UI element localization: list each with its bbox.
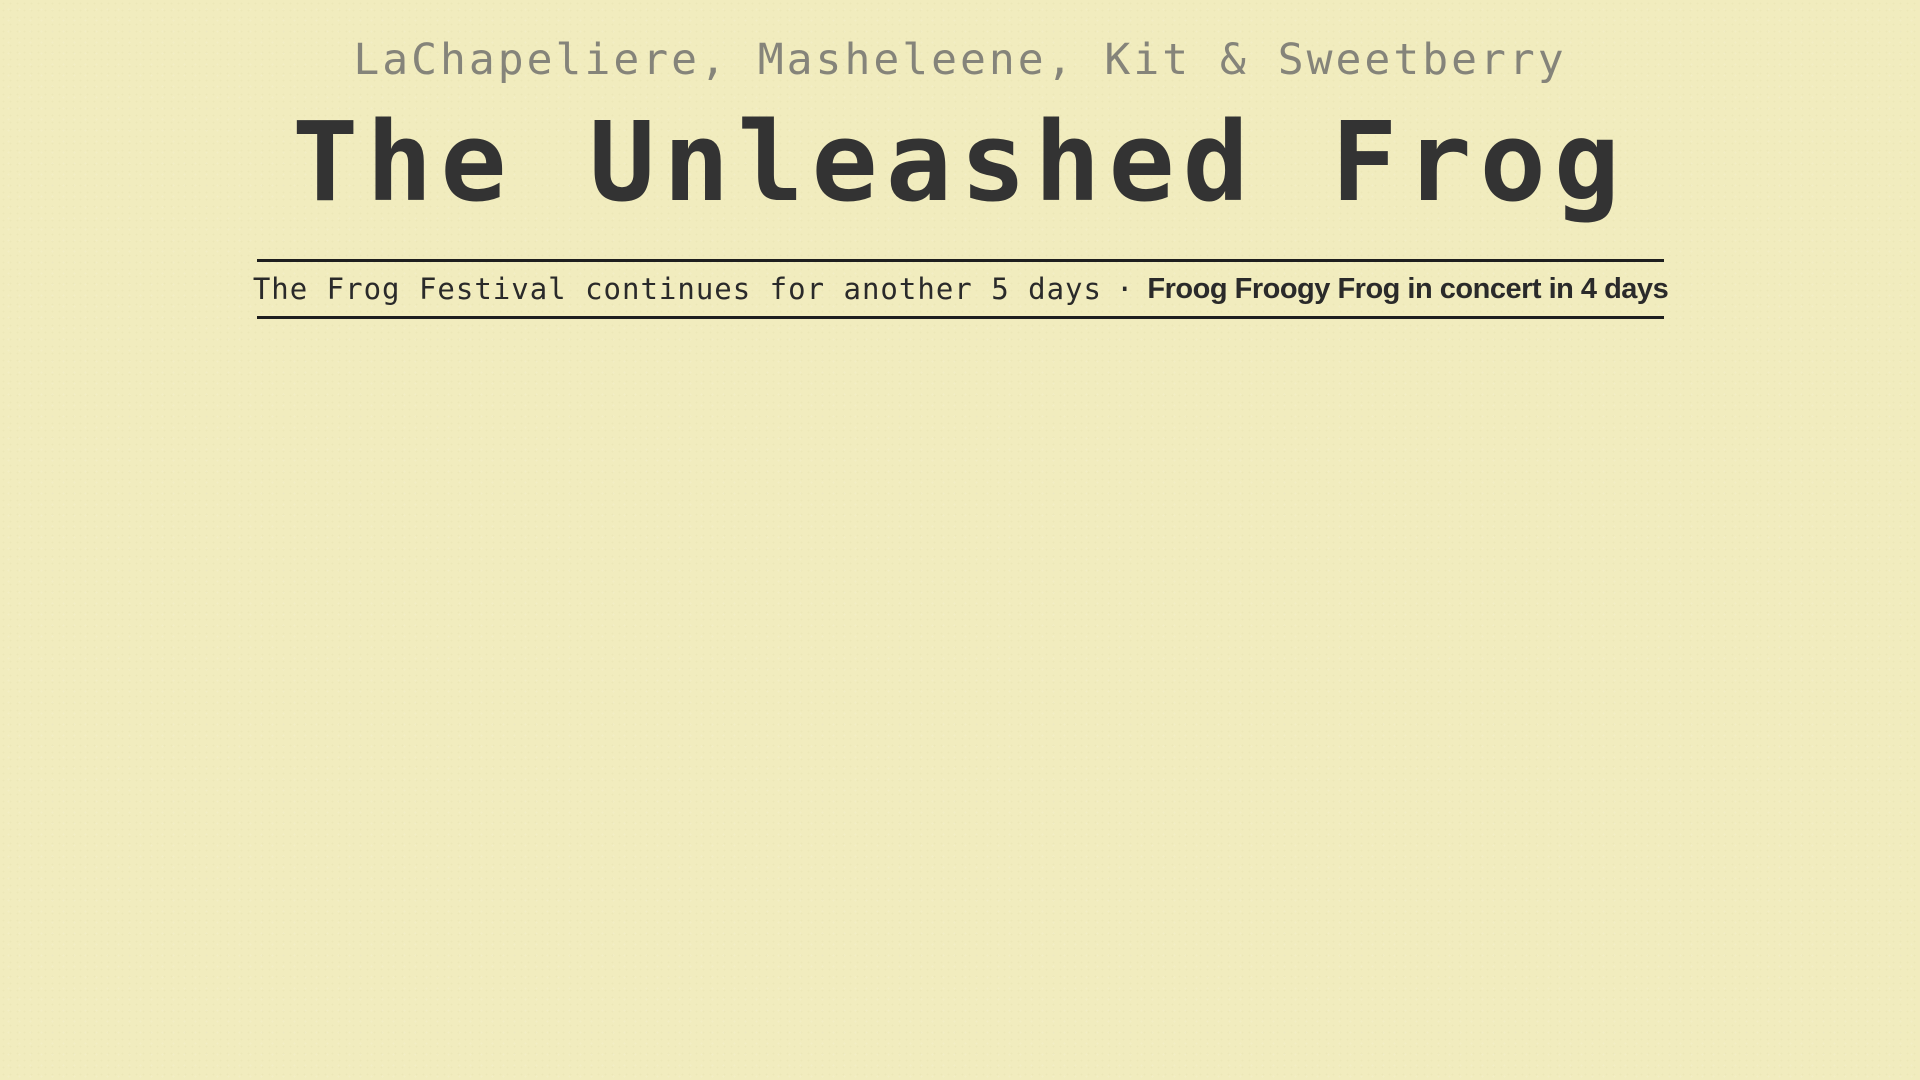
ticker-separator: · — [1115, 272, 1134, 306]
ticker-concert-item: Froog Froogy Frog in concert in 4 days — [1147, 272, 1669, 305]
newspaper-title: The Unleashed Frog — [291, 98, 1629, 226]
news-ticker: The Frog Festival continues for another … — [253, 259, 1669, 319]
authors-byline: LaChapeliere, Masheleene, Kit & Sweetber… — [353, 35, 1567, 85]
ticker-festival-item: The Frog Festival continues for another … — [252, 272, 1102, 306]
